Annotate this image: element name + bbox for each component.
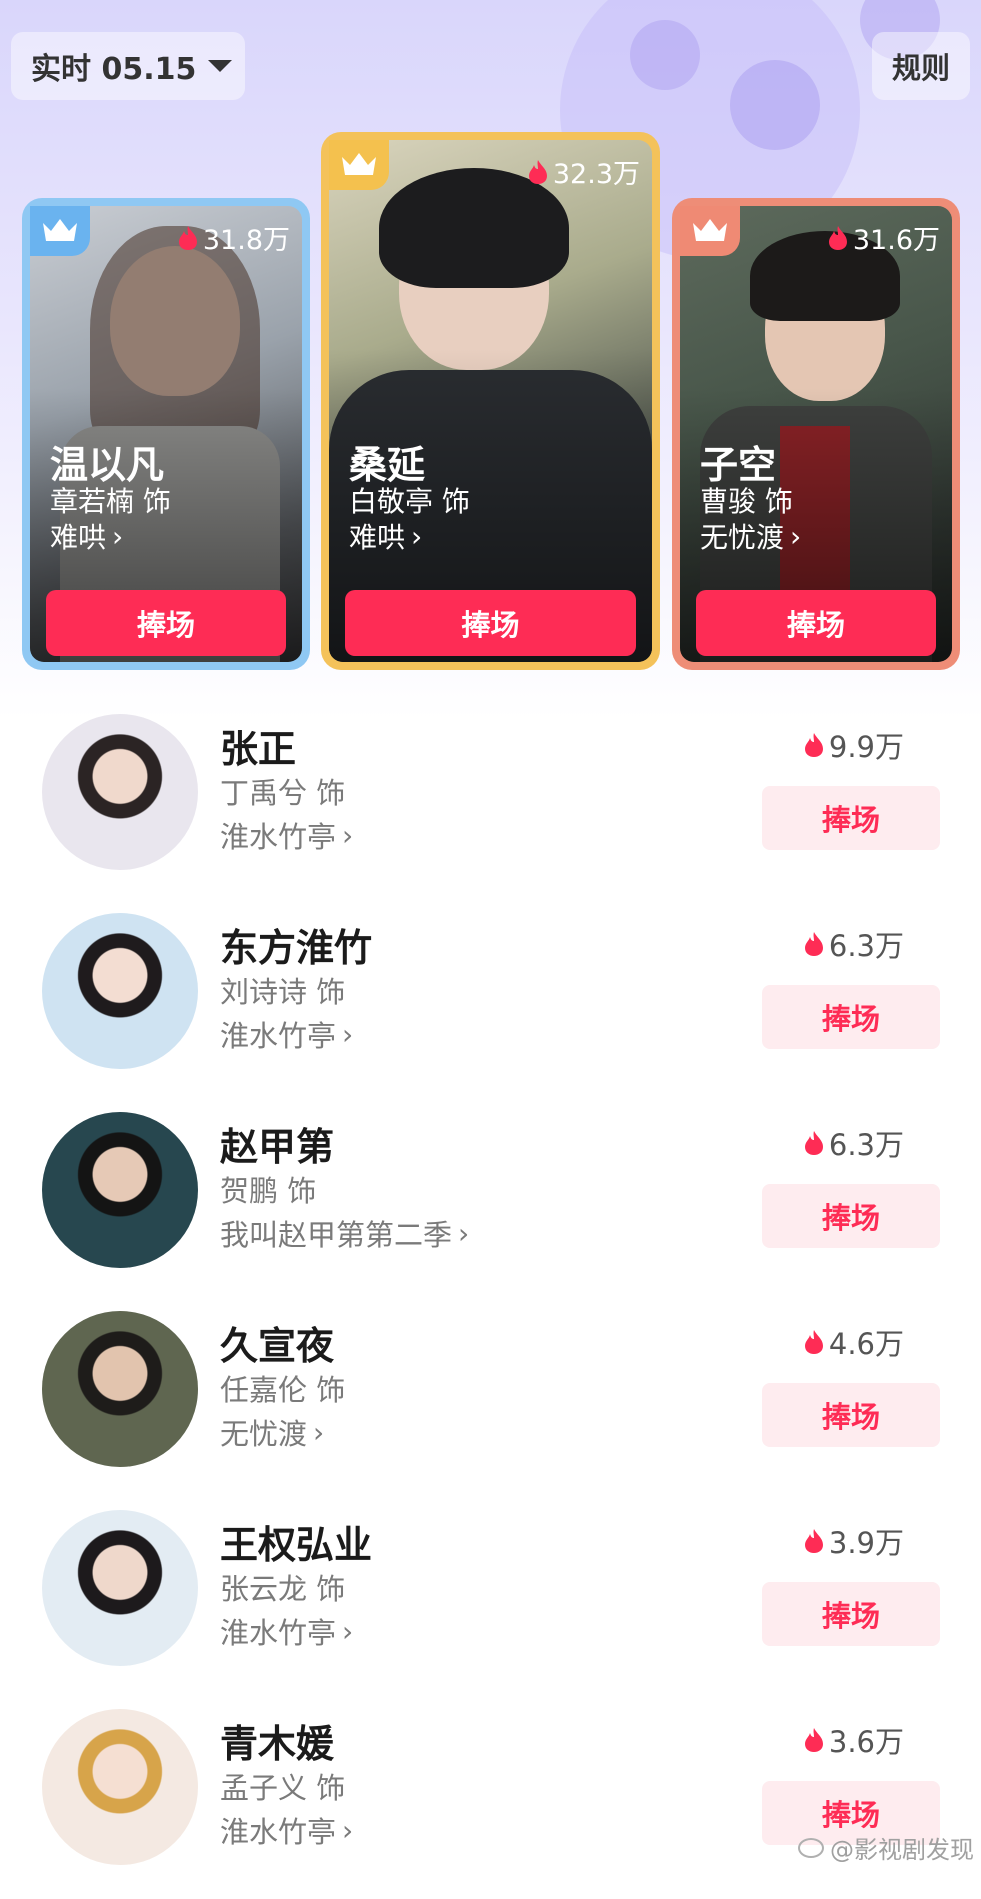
chevron-right-icon: ›: [342, 1614, 354, 1648]
actor-name: 丁禹兮 饰: [220, 776, 346, 810]
date-selector[interactable]: 实时 05.15: [11, 32, 245, 100]
crown-badge: [30, 206, 90, 256]
crown-icon: [342, 153, 376, 175]
heat-count: 32.3万: [527, 152, 640, 191]
flame-icon: [804, 733, 823, 757]
cheer-button[interactable]: 捧场: [762, 786, 940, 850]
chevron-right-icon: ›: [342, 818, 354, 852]
drama-link[interactable]: 我叫赵甲第第二季 ›: [220, 1212, 469, 1254]
flame-icon: [804, 1728, 823, 1752]
chevron-right-icon: ›: [112, 519, 124, 553]
crown-badge: [329, 140, 389, 190]
cheer-button[interactable]: 捧场: [696, 590, 936, 656]
flame-icon: [804, 932, 823, 956]
chevron-right-icon: ›: [342, 1017, 354, 1051]
drama-link[interactable]: 淮水竹亭 ›: [220, 1610, 353, 1652]
drama-link[interactable]: 淮水竹亭 ›: [220, 814, 353, 856]
podium-card-rank-2[interactable]: 31.8万 温以凡 章若楠 饰 难哄 › 捧场: [22, 198, 310, 670]
actor-name: 章若楠 饰: [50, 485, 171, 518]
crown-icon: [43, 219, 77, 241]
avatar: [42, 1311, 198, 1467]
list-item[interactable]: 东方淮竹 刘诗诗 饰 淮水竹亭 › 6.3万 捧场: [0, 913, 981, 1103]
avatar: [42, 1112, 198, 1268]
heat-count: 9.9万: [803, 724, 904, 766]
list-item[interactable]: 张正 丁禹兮 饰 淮水竹亭 › 9.9万 捧场: [0, 714, 981, 904]
avatar: [42, 913, 198, 1069]
avatar: [42, 1709, 198, 1865]
actor-name: 白敬亭 饰: [349, 485, 470, 518]
role-name: 青木媛: [220, 1722, 335, 1766]
flame-icon: [804, 1131, 823, 1155]
flame-icon: [804, 1330, 823, 1354]
role-name: 张正: [220, 727, 297, 771]
heat-count: 31.8万: [177, 218, 290, 257]
list-item[interactable]: 青木媛 孟子义 饰 淮水竹亭 › 3.6万 捧场: [0, 1709, 981, 1899]
heat-count: 31.6万: [827, 218, 940, 257]
list-item[interactable]: 久宣夜 任嘉伦 饰 无忧渡 › 4.6万 捧场: [0, 1311, 981, 1501]
flame-icon: [804, 1529, 823, 1553]
heat-count: 6.3万: [803, 923, 904, 965]
actor-name: 贺鹏 饰: [220, 1174, 317, 1208]
heat-count: 3.6万: [803, 1719, 904, 1761]
cheer-button[interactable]: 捧场: [46, 590, 286, 656]
weibo-logo-icon: [798, 1837, 824, 1858]
chevron-right-icon: ›: [790, 519, 802, 553]
podium-card-rank-3[interactable]: 31.6万 子空 曹骏 饰 无忧渡 › 捧场: [672, 198, 960, 670]
decorative-circle: [730, 60, 820, 150]
drama-link[interactable]: 无忧渡 ›: [700, 516, 801, 556]
actor-name: 张云龙 饰: [220, 1572, 346, 1606]
watermark: @影视剧发现: [798, 1830, 974, 1865]
drama-link[interactable]: 难哄 ›: [50, 516, 123, 556]
actor-name: 曹骏 饰: [700, 485, 793, 518]
drama-link[interactable]: 无忧渡 ›: [220, 1411, 324, 1453]
cheer-button[interactable]: 捧场: [762, 985, 940, 1049]
chevron-right-icon: ›: [411, 519, 423, 553]
list-item[interactable]: 王权弘业 张云龙 饰 淮水竹亭 › 3.9万 捧场: [0, 1510, 981, 1700]
heat-count: 6.3万: [803, 1122, 904, 1164]
actor-name: 任嘉伦 饰: [220, 1373, 346, 1407]
crown-icon: [693, 219, 727, 241]
cheer-button[interactable]: 捧场: [762, 1184, 940, 1248]
heat-count: 3.9万: [803, 1520, 904, 1562]
list-item[interactable]: 赵甲第 贺鹏 饰 我叫赵甲第第二季 › 6.3万 捧场: [0, 1112, 981, 1302]
role-name: 东方淮竹: [220, 926, 373, 970]
date-label: 实时 05.15: [31, 52, 197, 87]
role-name: 赵甲第: [220, 1125, 335, 1169]
chevron-right-icon: ›: [313, 1415, 325, 1449]
chevron-right-icon: ›: [342, 1813, 354, 1847]
cheer-button[interactable]: 捧场: [345, 590, 636, 656]
flame-icon: [178, 225, 197, 250]
role-name: 王权弘业: [220, 1523, 373, 1567]
decorative-circle: [630, 20, 700, 90]
cheer-button[interactable]: 捧场: [762, 1582, 940, 1646]
caret-down-icon: [208, 60, 233, 72]
flame-icon: [828, 225, 847, 250]
crown-badge: [680, 206, 740, 256]
drama-link[interactable]: 难哄 ›: [349, 516, 422, 556]
heat-count: 4.6万: [803, 1321, 904, 1363]
avatar: [42, 714, 198, 870]
role-name: 久宣夜: [220, 1324, 335, 1368]
drama-link[interactable]: 淮水竹亭 ›: [220, 1809, 353, 1851]
actor-photo: [329, 140, 652, 662]
podium-card-rank-1[interactable]: 32.3万 桑延 白敬亭 饰 难哄 › 捧场: [321, 132, 660, 670]
drama-link[interactable]: 淮水竹亭 ›: [220, 1013, 353, 1055]
avatar: [42, 1510, 198, 1666]
rules-button[interactable]: 规则: [872, 32, 970, 100]
actor-name: 刘诗诗 饰: [220, 975, 346, 1009]
chevron-right-icon: ›: [458, 1216, 470, 1250]
cheer-button[interactable]: 捧场: [762, 1383, 940, 1447]
actor-name: 孟子义 饰: [220, 1771, 346, 1805]
flame-icon: [528, 159, 547, 184]
